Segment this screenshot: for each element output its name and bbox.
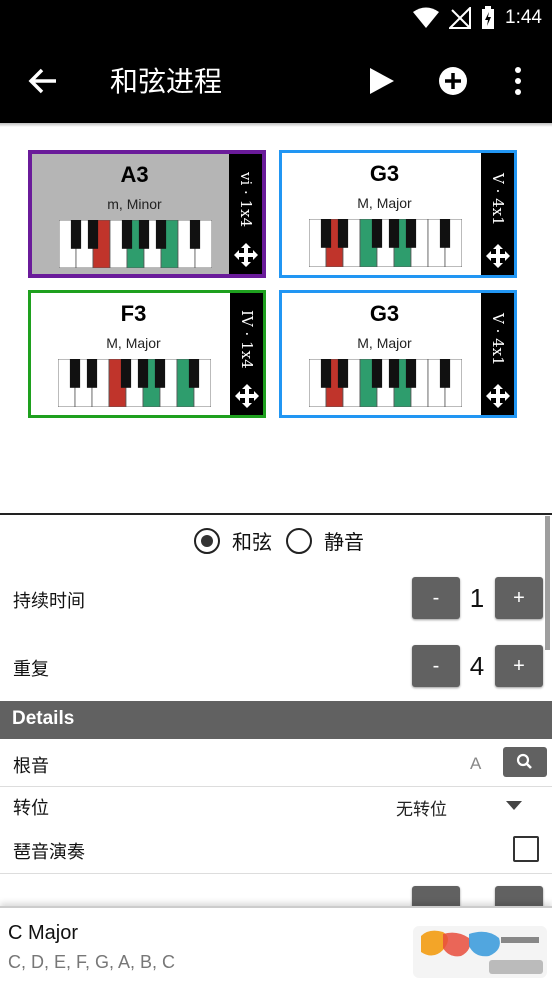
chord-name: A3	[120, 162, 149, 187]
play-icon[interactable]	[366, 66, 396, 96]
wifi-icon	[413, 7, 440, 28]
black-key	[70, 220, 82, 249]
repeat-label: 重复	[13, 659, 49, 680]
battery-charging-icon	[482, 6, 495, 29]
chord-side-panel: IV · 1x4	[230, 293, 263, 415]
inversion-dropdown[interactable]: 无转位	[396, 795, 447, 820]
move-icon[interactable]	[485, 243, 511, 269]
more-vert-icon[interactable]	[512, 66, 524, 96]
black-key	[388, 219, 400, 248]
chord-name: G3	[369, 301, 400, 326]
chord-type: M, Major	[357, 195, 412, 211]
app-bar: 和弦进程	[0, 38, 552, 123]
chord-name: F3	[120, 301, 147, 326]
move-icon[interactable]	[233, 242, 259, 268]
chord-card[interactable]: A3 m, Minor vi · 1x4	[28, 150, 266, 278]
app-bar-shadow	[0, 123, 552, 127]
chord-position-label: V · 4x1	[489, 172, 507, 226]
root-value: A	[470, 754, 482, 773]
duration-value: 1	[469, 583, 485, 613]
row-divider	[0, 873, 552, 874]
chord-position-label: vi · 1x4	[237, 172, 255, 228]
no-signal-icon	[449, 7, 472, 29]
radio-mute[interactable]	[286, 527, 312, 554]
black-key	[371, 359, 383, 388]
chord-card[interactable]: F3 M, Major IV · 1x4	[28, 290, 266, 418]
root-label: 根音	[13, 756, 49, 777]
black-key	[320, 219, 332, 248]
dropdown-arrow-icon[interactable]	[506, 801, 522, 810]
black-key	[137, 359, 149, 388]
chord-position-label: V · 4x1	[489, 312, 507, 366]
black-key	[87, 220, 99, 249]
move-icon[interactable]	[234, 383, 260, 409]
black-key	[188, 359, 200, 388]
radio-mute-label: 静音	[324, 530, 364, 554]
repeat-minus-button[interactable]: -	[412, 645, 460, 687]
chord-side-panel: vi · 1x4	[229, 154, 262, 274]
black-key	[120, 359, 132, 388]
black-key	[138, 220, 150, 249]
black-key	[320, 359, 332, 388]
chord-side-panel: V · 4x1	[481, 293, 514, 415]
status-icons: 1:44	[413, 6, 542, 30]
chord-type: m, Minor	[107, 196, 162, 212]
chord-type: M, Major	[357, 335, 412, 351]
chord-type: M, Major	[106, 335, 161, 351]
section-divider	[0, 513, 552, 515]
black-key	[337, 359, 349, 388]
chord-card[interactable]: G3 M, Major V · 4x1	[279, 150, 517, 278]
radio-chord-label: 和弦	[232, 530, 272, 554]
black-key	[69, 359, 81, 388]
black-key	[439, 359, 451, 388]
black-key	[405, 219, 417, 248]
duration-label: 持续时间	[13, 591, 85, 612]
black-key	[439, 219, 451, 248]
mode-radio-group: 和弦 静音	[194, 526, 378, 555]
details-header: Details	[0, 701, 552, 739]
chord-name: G3	[369, 161, 400, 186]
details-title: Details	[12, 708, 75, 729]
black-key	[154, 359, 166, 388]
black-key	[405, 359, 417, 388]
row-divider	[0, 786, 552, 787]
key-notes: C, D, E, F, G, A, B, C	[8, 952, 176, 972]
watermark-logo	[413, 926, 547, 978]
piano-keyboard	[59, 220, 212, 268]
piano-keyboard	[58, 359, 211, 407]
black-key	[388, 359, 400, 388]
back-arrow-icon[interactable]	[26, 64, 60, 98]
duration-minus-button[interactable]: -	[412, 577, 460, 619]
search-icon	[516, 753, 532, 769]
black-key	[155, 220, 167, 249]
status-time: 1:44	[505, 7, 542, 28]
black-key	[189, 220, 201, 249]
radio-chord[interactable]	[194, 527, 220, 554]
black-key	[371, 219, 383, 248]
duration-plus-button[interactable]: +	[495, 577, 543, 619]
scrollbar[interactable]	[545, 516, 550, 650]
key-name: C Major	[8, 922, 79, 944]
black-key	[337, 219, 349, 248]
root-search-button[interactable]	[503, 747, 547, 777]
black-key	[121, 220, 133, 249]
add-circle-icon[interactable]	[438, 66, 468, 96]
chord-card[interactable]: G3 M, Major V · 4x1	[279, 290, 517, 418]
status-bar: 1:44	[0, 0, 552, 38]
arpeggio-label: 琶音演奏	[13, 842, 85, 863]
chord-side-panel: V · 4x1	[481, 153, 514, 275]
move-icon[interactable]	[485, 383, 511, 409]
repeat-plus-button[interactable]: +	[495, 645, 543, 687]
chord-position-label: IV · 1x4	[238, 309, 256, 369]
page-title: 和弦进程	[110, 65, 223, 98]
repeat-value: 4	[469, 651, 485, 681]
inversion-label: 转位	[13, 798, 49, 819]
piano-keyboard	[309, 359, 462, 407]
arpeggio-checkbox[interactable]	[513, 836, 539, 862]
piano-keyboard	[309, 219, 462, 267]
black-key	[86, 359, 98, 388]
